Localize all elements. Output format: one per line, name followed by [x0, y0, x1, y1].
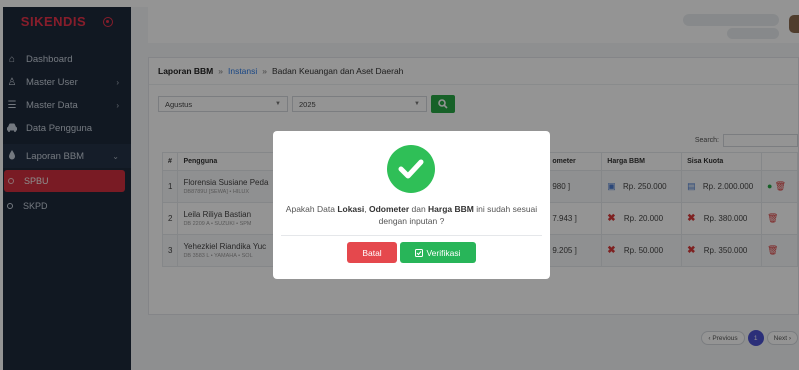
modal-message-text: dan	[409, 204, 429, 214]
modal-divider	[281, 235, 542, 236]
modal-message-bold: Odometer	[368, 204, 410, 214]
cancel-button-label: Batal	[362, 247, 382, 258]
modal-message-text: Apakah Data	[285, 204, 338, 214]
modal-message: Apakah Data Lokasi, Odometer dan Harga B…	[281, 203, 542, 227]
verify-button-label: Verifikasi	[426, 247, 461, 258]
check-square-icon	[415, 248, 424, 257]
modal-message-bold: Harga BBM	[428, 204, 474, 214]
cancel-button[interactable]: Batal	[347, 242, 397, 263]
verification-modal: Apakah Data Lokasi, Odometer dan Harga B…	[273, 131, 550, 279]
verify-button[interactable]: Verifikasi	[400, 242, 476, 263]
success-check-icon	[387, 145, 435, 193]
modal-message-bold: Lokasi	[337, 204, 365, 214]
